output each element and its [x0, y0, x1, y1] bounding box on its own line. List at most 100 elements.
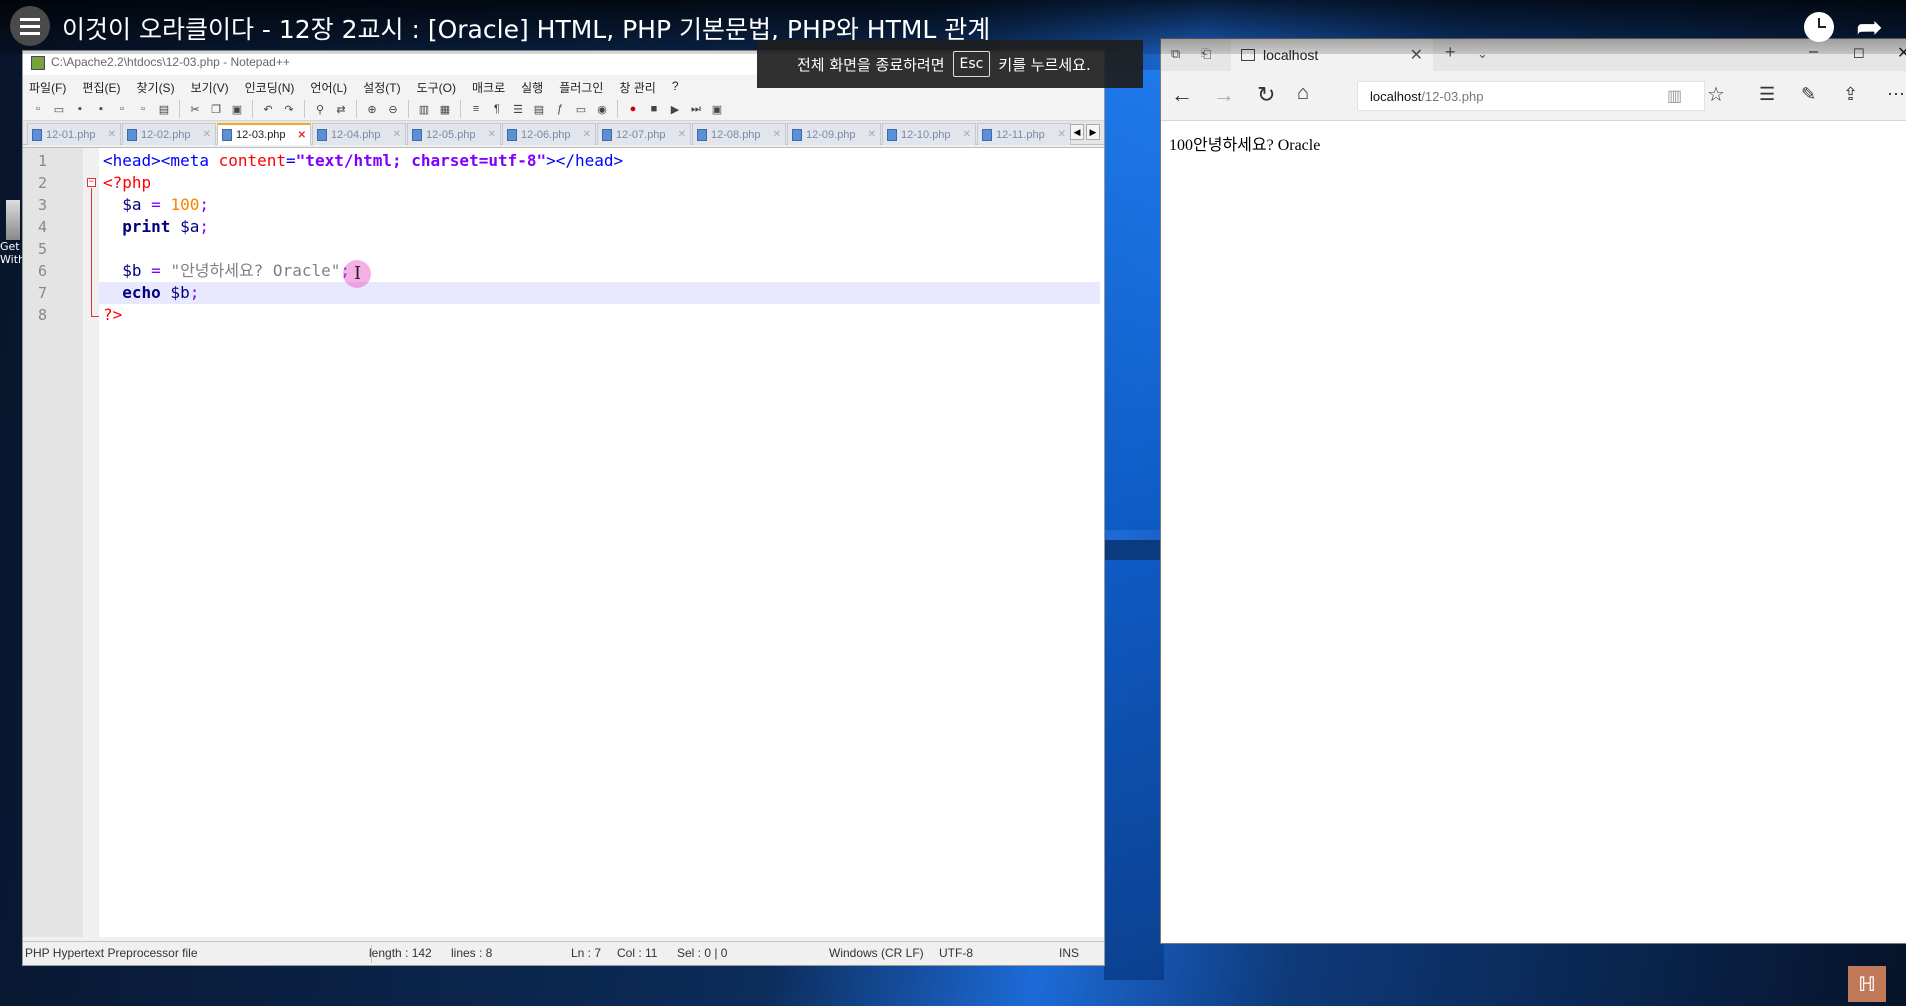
code-line-7: echo $b; [122, 283, 200, 302]
desktop-shortcut[interactable]: Get With [0, 200, 25, 280]
indent-guide-icon[interactable]: ☰ [509, 100, 527, 118]
pen-icon[interactable]: ✎ [1801, 84, 1816, 105]
code-line-8: ?> [103, 305, 123, 324]
close-all-icon[interactable]: ▫ [134, 100, 152, 118]
close-icon[interactable]: ✕ [773, 129, 781, 140]
tab-12-06[interactable]: 12-06.php ✕ [502, 123, 596, 145]
copy-icon[interactable]: ❐ [207, 100, 225, 118]
zoom-in-icon[interactable]: ⊕ [363, 100, 381, 118]
file-tab-bar: 12-01.php ✕ 12-02.php ✕ 12-03.php ✕ 12-04.p… [23, 121, 1104, 145]
window-title: C:\Apache2.2\htdocs\12-03.php - Notepad+… [51, 55, 290, 69]
refresh-icon[interactable]: ↻ [1257, 82, 1275, 108]
menu-search[interactable]: 찾기(S) [136, 79, 174, 97]
replace-icon[interactable]: ⇄ [332, 100, 350, 118]
function-list-icon[interactable]: ƒ [551, 100, 569, 118]
close-icon[interactable]: ✕ [1058, 129, 1066, 140]
monitoring-icon[interactable]: ◉ [593, 100, 611, 118]
menu-language[interactable]: 언어(L) [310, 79, 347, 97]
menu-window[interactable]: 창 관리 [619, 79, 655, 97]
line-number: 6 [37, 262, 47, 280]
paste-icon[interactable]: ▣ [228, 100, 246, 118]
watch-later-icon[interactable] [1804, 12, 1834, 42]
tab-12-01[interactable]: 12-01.php ✕ [27, 123, 121, 145]
tab-12-05[interactable]: 12-05.php ✕ [407, 123, 501, 145]
toolbar-separator [304, 100, 305, 118]
save-macro-icon[interactable]: ▣ [708, 100, 726, 118]
close-icon[interactable]: ✕ [583, 129, 591, 140]
doc-map-icon[interactable]: ▤ [530, 100, 548, 118]
menu-macro[interactable]: 매크로 [472, 79, 505, 97]
toolbar-separator [460, 100, 461, 118]
close-icon[interactable]: ✕ [678, 129, 686, 140]
close-icon[interactable]: ✕ [868, 129, 876, 140]
fold-guide-end [91, 316, 99, 317]
file-icon [127, 128, 137, 141]
close-icon[interactable]: ✕ [108, 129, 116, 140]
run-macro-multiple-icon[interactable]: ⏭ [687, 100, 705, 118]
tab-scroll-right-icon[interactable]: ▶ [1086, 124, 1100, 140]
home-icon[interactable]: ⌂ [1297, 82, 1309, 105]
play-macro-icon[interactable]: ▶ [666, 100, 684, 118]
hamburger-menu-icon[interactable] [10, 6, 50, 46]
menu-help[interactable]: ? [672, 79, 679, 97]
sync-horizontal-icon[interactable]: ▦ [436, 100, 454, 118]
toolbar-separator [356, 100, 357, 118]
tab-12-03[interactable]: 12-03.php ✕ [217, 123, 311, 145]
print-icon[interactable]: ▤ [155, 100, 173, 118]
favorites-hub-icon[interactable]: ☰ [1759, 84, 1775, 105]
record-macro-icon[interactable]: ● [624, 100, 642, 118]
sync-vertical-icon[interactable]: ▥ [415, 100, 433, 118]
close-icon[interactable]: ✕ [203, 129, 211, 140]
find-icon[interactable]: ⚲ [311, 100, 329, 118]
stop-macro-icon[interactable]: ■ [645, 100, 663, 118]
reading-view-icon[interactable]: ▥ [1667, 86, 1682, 106]
star-icon[interactable]: ☆ [1707, 82, 1725, 107]
tab-12-09[interactable]: 12-09.php ✕ [787, 123, 881, 145]
menu-file[interactable]: 파일(F) [29, 79, 66, 97]
folder-workspace-icon[interactable]: ▭ [572, 100, 590, 118]
tab-scroll-left-icon[interactable]: ◀ [1070, 124, 1084, 140]
menu-run[interactable]: 실행 [521, 79, 543, 97]
menu-edit[interactable]: 편집(E) [82, 79, 120, 97]
menu-encoding[interactable]: 인코딩(N) [245, 79, 295, 97]
zoom-out-icon[interactable]: ⊖ [384, 100, 402, 118]
back-arrow-icon[interactable]: ← [1171, 82, 1193, 108]
cut-icon[interactable]: ✂ [186, 100, 204, 118]
menu-plugins[interactable]: 플러그인 [559, 79, 603, 97]
close-icon[interactable]: ✕ [393, 129, 401, 140]
new-file-icon[interactable]: ▫ [29, 100, 47, 118]
share-arrow-icon[interactable]: ➦ [1856, 8, 1883, 46]
forward-arrow-icon[interactable]: → [1213, 82, 1235, 108]
close-icon[interactable]: ✕ [488, 129, 496, 140]
word-wrap-icon[interactable]: ≡ [467, 100, 485, 118]
file-icon [697, 128, 707, 141]
address-bar[interactable]: localhost/12-03.php [1357, 81, 1705, 111]
tab-12-11[interactable]: 12-11.php ✕ [977, 123, 1071, 145]
close-icon[interactable]: ✕ [963, 129, 971, 140]
tab-label: 12-11.php [996, 128, 1045, 141]
tab-12-08[interactable]: 12-08.php ✕ [692, 123, 786, 145]
show-all-chars-icon[interactable]: ¶ [488, 100, 506, 118]
menu-settings[interactable]: 설정(T) [363, 79, 400, 97]
save-icon[interactable]: ▪ [71, 100, 89, 118]
share-icon[interactable]: ⇪ [1843, 84, 1858, 105]
code-line-6: $b = "안녕하세요? Oracle"; [122, 261, 351, 280]
menu-view[interactable]: 보기(V) [191, 79, 229, 97]
tab-12-10[interactable]: 12-10.php ✕ [882, 123, 976, 145]
save-all-icon[interactable]: ▪ [92, 100, 110, 118]
status-encoding: UTF-8 [939, 946, 973, 960]
close-icon[interactable]: ✕ [298, 130, 306, 141]
redo-icon[interactable]: ↷ [280, 100, 298, 118]
undo-icon[interactable]: ↶ [259, 100, 277, 118]
shortcut-label-2: With [0, 253, 25, 266]
code-area[interactable]: <head><meta content="text/html; charset=… [99, 148, 1104, 937]
fold-collapse-icon[interactable]: − [87, 178, 96, 187]
close-file-icon[interactable]: ▫ [113, 100, 131, 118]
code-editor[interactable]: 1 2 3 4 5 6 7 8 − <head><meta content="t… [23, 147, 1104, 937]
menu-tools[interactable]: 도구(O) [417, 79, 456, 97]
more-icon[interactable]: ⋯ [1887, 84, 1905, 105]
tab-12-07[interactable]: 12-07.php ✕ [597, 123, 691, 145]
tab-12-04[interactable]: 12-04.php ✕ [312, 123, 406, 145]
tab-12-02[interactable]: 12-02.php ✕ [122, 123, 216, 145]
open-file-icon[interactable]: ▭ [50, 100, 68, 118]
